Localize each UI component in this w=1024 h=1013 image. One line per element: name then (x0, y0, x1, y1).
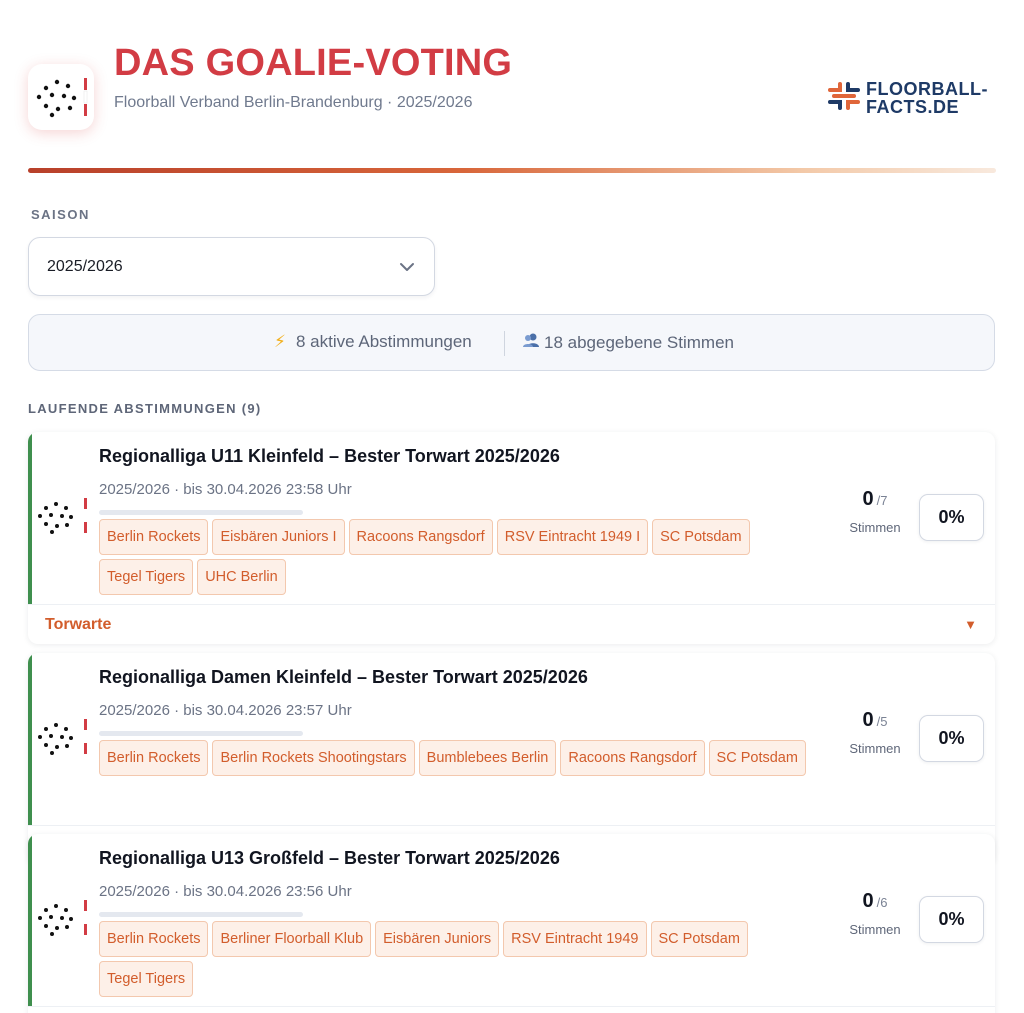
chevron-down-icon (400, 263, 414, 271)
floorball-goal-icon (36, 78, 88, 118)
brand-line-2: FACTS.DE (866, 97, 960, 117)
vote-label: Stimmen (849, 520, 901, 535)
team-tag: Racoons Rangsdorf (348, 519, 493, 555)
floorball-facts-logo[interactable]: FLOORBALL- FACTS.DE (826, 78, 988, 118)
saison-label: SAISON (31, 207, 90, 222)
app-logo (28, 64, 94, 130)
team-tag: Tegel Tigers (99, 961, 194, 997)
vote-percent-badge: 0% (919, 494, 984, 541)
voting-card[interactable]: Regionalliga U13 Großfeld – Bester Torwa… (28, 834, 995, 1013)
goalie-toggle-label: Torwarte (45, 616, 112, 633)
team-tag-list: Berlin Rockets Berliner Floorball Klub Eis… (99, 921, 829, 1001)
team-tag: SC Potsdam (650, 921, 748, 957)
team-tag: Berlin Rockets (99, 921, 209, 957)
floorball-goal-icon (38, 900, 87, 936)
team-tag: RSV Eintracht 1949 (503, 921, 647, 957)
team-tag: RSV Eintracht 1949 I (496, 519, 649, 555)
stats-bar: ⚡ 8 aktive Abstimmungen 18 abgegebene Sti… (28, 314, 995, 371)
vote-counter: 0/6 Stimmen (840, 890, 910, 937)
page-title: DAS GOALIE-VOTING (114, 42, 513, 84)
team-tag-list: Berlin Rockets Eisbären Juniors I Racoons … (99, 519, 829, 599)
card-title: Regionalliga Damen Kleinfeld – Bester To… (99, 667, 588, 687)
team-tag: Berlin Rockets (99, 519, 209, 555)
team-tag: Tegel Tigers (99, 559, 194, 595)
page-subtitle: Floorball Verband Berlin-Brandenburg · 2… (114, 94, 473, 111)
team-tag: Eisbären Juniors (375, 921, 500, 957)
voting-card[interactable]: Regionalliga U11 Kleinfeld – Bester Torw… (28, 432, 995, 644)
card-deadline: 2025/2026 · bis 30.04.2026 23:56 Uhr (99, 883, 352, 900)
card-deadline: 2025/2026 · bis 30.04.2026 23:58 Uhr (99, 481, 352, 498)
card-title: Regionalliga U13 Großfeld – Bester Torwa… (99, 848, 560, 868)
card-status-bar (28, 432, 32, 604)
team-tag: Berliner Floorball Klub (212, 921, 372, 957)
header-divider (28, 168, 996, 173)
card-status-bar (28, 653, 32, 825)
vote-counter: 0/5 Stimmen (840, 709, 910, 756)
league-logo (34, 896, 92, 946)
team-tag: Bumblebees Berlin (418, 740, 557, 776)
saison-select[interactable]: 2025/2026 (28, 237, 435, 296)
people-icon (522, 332, 544, 353)
stat-votes-text: 18 abgegebene Stimmen (544, 333, 734, 352)
stat-active: ⚡ 8 aktive Abstimmungen (274, 332, 472, 352)
team-tag: Racoons Rangsdorf (560, 740, 705, 776)
vote-counter: 0/7 Stimmen (840, 488, 910, 535)
vote-percent-badge: 0% (919, 896, 984, 943)
caret-down-icon: ▼ (964, 617, 977, 632)
card-deadline: 2025/2026 · bis 30.04.2026 23:57 Uhr (99, 702, 352, 719)
vote-label: Stimmen (849, 741, 901, 756)
stat-active-text: 8 aktive Abstimmungen (296, 332, 472, 351)
vote-count: 0 (862, 709, 874, 731)
card-progress-bar (99, 912, 303, 917)
vote-label: Stimmen (849, 922, 901, 937)
goalie-toggle[interactable]: Torwarte ▼ (28, 604, 995, 644)
card-status-bar (28, 834, 32, 1006)
team-tag: Berlin Rockets (99, 740, 209, 776)
vote-total: /6 (876, 895, 888, 910)
vote-total: /5 (876, 714, 888, 729)
floorball-goal-icon (38, 719, 87, 755)
vote-total: /7 (876, 493, 888, 508)
team-tag: UHC Berlin (197, 559, 286, 595)
team-tag: Berlin Rockets Shootingstars (212, 740, 415, 776)
league-logo (34, 715, 92, 765)
card-progress-bar (99, 731, 303, 736)
vote-count: 0 (862, 488, 874, 510)
floorball-facts-mark-icon (828, 82, 860, 110)
stats-separator (504, 331, 505, 356)
goalie-toggle[interactable]: Torwarte ▼ (28, 1006, 995, 1013)
card-title: Regionalliga U11 Kleinfeld – Bester Torw… (99, 446, 560, 466)
team-tag: Eisbären Juniors I (212, 519, 345, 555)
floorball-goal-icon (38, 498, 87, 534)
league-logo (34, 494, 92, 544)
vote-count: 0 (862, 890, 874, 912)
saison-select-value: 2025/2026 (47, 258, 123, 275)
team-tag-list: Berlin Rockets Berlin Rockets Shootingsta… (99, 740, 829, 780)
card-progress-bar (99, 510, 303, 515)
section-heading: LAUFENDE ABSTIMMUNGEN (9) (28, 401, 262, 416)
stat-votes: 18 abgegebene Stimmen (522, 332, 734, 353)
brand-wordmark: FLOORBALL- FACTS.DE (866, 80, 988, 116)
brand-line-1: FLOORBALL- (866, 79, 988, 99)
team-tag: SC Potsdam (652, 519, 750, 555)
team-tag: SC Potsdam (708, 740, 806, 776)
lightning-icon: ⚡ (274, 332, 286, 351)
vote-percent-badge: 0% (919, 715, 984, 762)
page-header: DAS GOALIE-VOTING Floorball Verband Berl… (28, 40, 996, 140)
